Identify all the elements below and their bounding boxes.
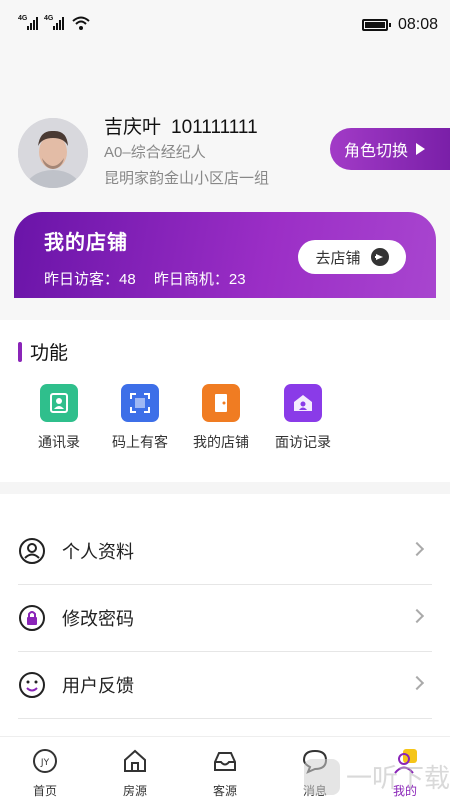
signal-icon: 4G [18,15,38,30]
function-label: 码上有客 [112,434,168,450]
svg-text:JY: JY [40,758,50,768]
go-store-button[interactable]: 去店铺 [298,240,406,274]
tab-clients[interactable]: 客源 [197,747,253,799]
role-switch-button[interactable]: 角色切换 [330,128,450,170]
function-contacts[interactable]: 通讯录 [18,384,100,452]
chevron-right-icon [409,608,425,624]
battery-icon [361,19,391,31]
function-scan[interactable]: 码上有客 [99,384,181,452]
tab-label: 首页 [32,784,57,798]
section-divider [0,482,450,494]
door-icon [202,384,240,422]
role-switch-label: 角色切换 [344,143,409,160]
profile-name: 吉庆叶 [104,117,162,138]
network-type-1: 4G [18,15,28,22]
menu-label: 用户反馈 [62,676,134,696]
contacts-icon [40,384,78,422]
functions-section: 功能 通讯录 码上有客 我的店铺 面访记录 [0,322,450,482]
signal-icon-2: 4G [44,15,64,30]
chevron-right-icon [409,541,425,557]
watermark-text: 一听下载 [345,763,450,793]
profile-role: A0–综合经纪人 [104,144,206,161]
avatar[interactable] [18,118,88,188]
menu-item-feedback[interactable]: 用户反馈 [18,652,432,719]
house-icon [124,749,146,772]
menu-item-change-password[interactable]: 修改密码 [18,585,432,652]
inbox-icon [214,752,236,771]
go-store-label: 去店铺 [315,249,361,267]
watermark-logo-icon [303,758,340,795]
functions-title-text: 功能 [30,343,69,364]
tab-home[interactable]: JY 首页 [17,747,73,799]
tab-label: 房源 [122,784,147,798]
function-label: 我的店铺 [193,434,249,450]
profile-name-line: 吉庆叶 101111111 [104,112,258,139]
menu-label: 个人资料 [62,542,134,562]
yesterday-visitors: 昨日访客：48 [44,271,136,288]
store-card: 我的店铺 昨日访客：48 昨日商机：23 去店铺 [14,212,436,298]
network-type-2: 4G [44,15,54,22]
wifi-icon [72,16,90,30]
function-my-store[interactable]: 我的店铺 [180,384,262,452]
function-visit-records[interactable]: 面访记录 [262,384,344,452]
store-stats: 昨日访客：48 昨日商机：23 [44,268,260,289]
smile-icon [19,672,45,698]
house-record-icon [284,384,322,422]
watermark: 一听下载 [303,758,450,795]
arrow-right-icon [370,248,389,266]
functions-title: 功能 [18,338,68,365]
function-label: 通讯录 [38,434,80,450]
status-time: 08:08 [397,16,438,33]
menu-item-profile[interactable]: 个人资料 [18,518,432,585]
status-bar: 4G 4G 08:08 [0,0,450,52]
section-marker [18,341,22,362]
jy-logo-icon: JY [33,749,57,773]
lock-icon [19,605,45,631]
profile-id: 101111111 [171,117,258,138]
user-circle-icon [19,538,45,564]
profile-store: 昆明家韵金山小区店一组 [104,170,270,187]
function-label: 面访记录 [275,434,331,450]
yesterday-leads: 昨日商机：23 [153,271,246,288]
scan-icon [121,384,159,422]
chevron-right-icon [409,675,425,691]
tab-label: 客源 [212,784,237,798]
menu-label: 修改密码 [62,609,134,629]
tab-listings[interactable]: 房源 [107,747,163,799]
store-card-title: 我的店铺 [44,232,128,254]
play-arrow-icon [416,143,426,155]
